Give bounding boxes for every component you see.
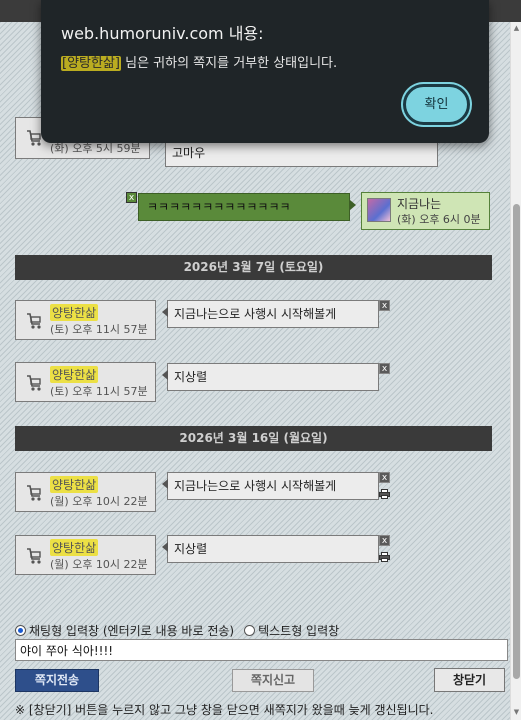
cart-icon xyxy=(27,313,41,329)
message-bubble: 지금나는으로 사행시 시작해볼게 xyxy=(162,300,379,328)
scroll-up-icon[interactable]: ▲ xyxy=(512,24,521,33)
radio-text-mode[interactable] xyxy=(244,625,256,636)
blocked-user-name: [양탕한삶] xyxy=(61,56,121,71)
print-icon[interactable] xyxy=(379,489,390,499)
sender-card: 양탕한삶 (토) 오후 11시 57분 xyxy=(15,300,156,340)
sender-name[interactable]: 양탕한삶 xyxy=(50,366,99,383)
radio-text-mode-label[interactable]: 텍스트형 입력창 xyxy=(258,622,339,639)
footnote: ※ [창닫기] 버튼을 누르지 않고 그냥 창을 닫으면 새쪽지가 왔을때 늦게… xyxy=(15,703,434,717)
scrollbar[interactable]: ▲ ▼ xyxy=(510,22,521,720)
message-time: (화) 오후 6시 0분 xyxy=(397,213,481,226)
dialog-title: web.humoruniv.com 내용: xyxy=(61,24,264,43)
radio-chat-mode-label[interactable]: 채팅형 입력창 (엔터키로 내용 바로 전송) xyxy=(29,622,234,639)
message-bubble: 지상렬 xyxy=(162,535,379,563)
sender-name[interactable]: 양탕한삶 xyxy=(50,304,99,321)
cart-icon xyxy=(27,548,41,564)
delete-message-button[interactable]: x xyxy=(379,535,390,546)
dialog-message: [양탕한삶] 님은 귀하의 쪽지를 거부한 상태입니다. xyxy=(61,52,337,71)
delete-message-button[interactable]: x xyxy=(126,192,137,203)
cart-icon xyxy=(27,485,41,501)
sender-card: 양탕한삶 (월) 오후 10시 22분 xyxy=(15,472,156,512)
my-sender-name: 지금나는 xyxy=(397,197,442,211)
message-time: (월) 오후 10시 22분 xyxy=(50,558,148,571)
message-input[interactable] xyxy=(15,639,508,661)
message-bubble: 지금나는으로 사행시 시작해볼게 xyxy=(162,472,379,500)
close-window-button[interactable]: 창닫기 xyxy=(434,668,505,692)
scroll-thumb[interactable] xyxy=(513,204,520,679)
sender-name[interactable]: 양탕한삶 xyxy=(50,476,99,493)
sender-name[interactable]: 양탕한삶 xyxy=(50,539,99,556)
my-sender-card: 지금나는 (화) 오후 6시 0분 xyxy=(361,192,490,230)
message-time: (토) 오후 11시 57분 xyxy=(50,323,148,336)
avatar xyxy=(367,198,391,222)
delete-message-button[interactable]: x xyxy=(379,300,390,311)
ok-button[interactable]: 확인 xyxy=(403,84,470,125)
send-button[interactable]: 쪽지전송 xyxy=(15,669,99,692)
my-message-bubble: ㅋㅋㅋㅋㅋㅋㅋㅋㅋㅋㅋㅋㅋ xyxy=(138,193,356,221)
sender-card: 양탕한삶 (토) 오후 11시 57분 xyxy=(15,362,156,402)
message-bubble: 지상렬 xyxy=(162,363,379,391)
message-bubble: 고마우 xyxy=(165,139,438,167)
date-divider: 2026년 3월 16일 (월요일) xyxy=(15,426,492,451)
report-button[interactable]: 쪽지신고 xyxy=(232,669,314,692)
radio-chat-mode[interactable] xyxy=(15,625,26,636)
dialog-message-text: 님은 귀하의 쪽지를 거부한 상태입니다. xyxy=(120,56,338,71)
delete-message-button[interactable]: x xyxy=(379,472,390,483)
print-icon[interactable] xyxy=(379,552,390,562)
scroll-down-icon[interactable]: ▼ xyxy=(512,708,521,717)
delete-message-button[interactable]: x xyxy=(379,363,390,374)
message-time: (토) 오후 11시 57분 xyxy=(50,385,148,398)
date-divider: 2026년 3월 7일 (토요일) xyxy=(15,255,492,280)
cart-icon xyxy=(27,375,41,391)
input-mode-selector: 채팅형 입력창 (엔터키로 내용 바로 전송) 텍스트형 입력창 xyxy=(15,622,339,639)
sender-card: 양탕한삶 (월) 오후 10시 22분 xyxy=(15,535,156,575)
alert-dialog: web.humoruniv.com 내용: [양탕한삶] 님은 귀하의 쪽지를 … xyxy=(41,0,489,143)
message-time: (월) 오후 10시 22분 xyxy=(50,495,148,508)
